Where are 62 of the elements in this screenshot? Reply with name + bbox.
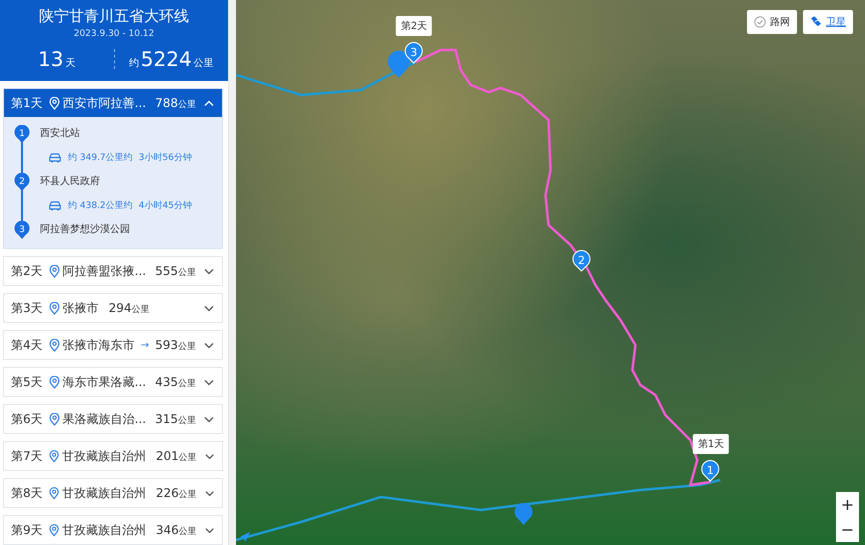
map-day-label: 第2天	[396, 16, 432, 36]
day-distance: 435公里	[155, 374, 196, 390]
day-place: 阿拉善盟张掖...	[62, 262, 146, 280]
day-label: 第9天	[11, 522, 43, 538]
day-header[interactable]: 第8天 甘孜藏族自治州 226公里	[4, 479, 222, 507]
day-place: 甘孜藏族自治州	[62, 448, 146, 464]
day-header[interactable]: 第6天 果洛藏族自治... 315公里	[4, 405, 222, 433]
day-header[interactable]: 第5天 海东市果洛藏... 435公里	[4, 368, 222, 396]
day-place: 西安市阿拉善...	[62, 94, 146, 112]
day-distance: 315公里	[155, 412, 196, 426]
day-distance: 201公里	[156, 448, 197, 464]
leg-duration: 4小时45分钟	[138, 200, 192, 212]
trip-title: 陕宁甘青川五省大环线	[38, 7, 190, 26]
day-distance: 555公里	[155, 264, 196, 278]
day-header[interactable]: 第1天 西安市阿拉善... 788公里	[4, 89, 222, 117]
map-layer-button[interactable]: 路网	[747, 10, 797, 34]
day-header[interactable]: 第2天 阿拉善盟张掖... 555公里	[4, 257, 222, 285]
day-place: 张掖市	[62, 300, 99, 316]
stop-number-marker: 2	[14, 173, 30, 192]
day-label: 第5天	[11, 374, 43, 390]
stop-name: 阿拉善梦想沙漠公园	[40, 222, 130, 236]
day-distance: 593公里	[155, 338, 196, 352]
total-distance: 5224	[140, 47, 192, 71]
distance-prefix: 约	[128, 57, 139, 70]
distance-unit: 公里	[194, 57, 214, 70]
leg-distance: 约 349.7公里约	[68, 152, 133, 164]
leg-duration: 3小时56分钟	[138, 152, 192, 164]
day-label: 第2天	[11, 262, 43, 280]
day-place: 甘孜藏族自治州	[62, 484, 146, 502]
day-distance: 294公里	[108, 300, 150, 316]
day-header[interactable]: 第7天 甘孜藏族自治州 201公里	[4, 442, 222, 470]
numbered-map-marker[interactable]: 1	[701, 460, 720, 482]
day-label: 第3天	[11, 300, 43, 316]
stop-name: 西安北站	[40, 126, 81, 140]
day-distance: 788公里	[155, 96, 196, 110]
route-arrow: →	[140, 340, 150, 350]
numbered-map-marker[interactable]: 3	[404, 42, 423, 64]
map-day-label: 第1天	[692, 434, 730, 454]
stop-name: 环县人民政府	[40, 174, 101, 188]
day-label: 第1天	[11, 94, 43, 112]
stop-number-marker: 1	[14, 125, 30, 144]
day-header[interactable]: 第4天 张掖市海东市 → 593公里	[4, 331, 222, 359]
day-place: 甘孜藏族自治州	[62, 522, 146, 538]
map-layer-button[interactable]: 卫星	[803, 10, 853, 34]
day-header[interactable]: 第3天 张掖市 294公里	[4, 294, 222, 322]
day-distance: 226公里	[156, 486, 197, 500]
day-header[interactable]: 第9天 甘孜藏族自治州 346公里	[4, 516, 222, 544]
day-distance: 346公里	[156, 522, 197, 538]
trip-dates: 2023.9.30 - 10.12	[72, 29, 156, 39]
satellite-map[interactable]: 1 2 3 第2天 第1天 路网 卫星 + −	[236, 0, 865, 545]
stop-number-marker: 3	[14, 221, 30, 240]
leg-distance: 约 438.2公里约	[68, 200, 133, 212]
days-unit: 天	[65, 57, 76, 70]
day-label: 第7天	[11, 448, 43, 464]
day-place: 果洛藏族自治...	[62, 410, 146, 428]
day-label: 第4天	[11, 336, 43, 354]
days-count: 13	[38, 47, 64, 71]
day-place: 张掖市海东市	[62, 336, 135, 354]
day-label: 第8天	[11, 484, 43, 502]
numbered-map-marker[interactable]: 2	[572, 250, 590, 272]
day-label: 第6天	[11, 410, 43, 428]
day-place: 海东市果洛藏...	[62, 374, 146, 390]
